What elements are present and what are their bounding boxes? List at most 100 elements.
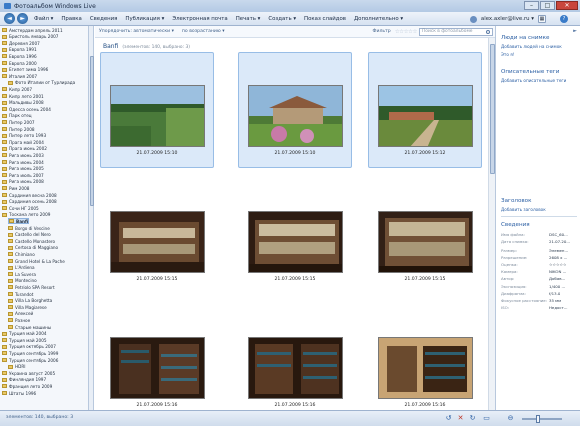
tree-item[interactable]: Villa La Borghetta	[8, 298, 52, 304]
tree-item[interactable]: Рига июнь 2008	[2, 179, 44, 185]
tree-item[interactable]: Одесса осень 2004	[2, 106, 51, 112]
tree-item[interactable]: Европа 1996	[2, 53, 37, 59]
tree-item[interactable]: La Suvera	[8, 271, 36, 277]
tree-item[interactable]: Европа 1991	[2, 47, 37, 53]
tree-item[interactable]: Castello del Nero	[8, 232, 51, 238]
menu-print[interactable]: Печать ▾	[232, 16, 265, 22]
tree-item[interactable]: Castello Monastero	[8, 238, 55, 244]
add-caption-link[interactable]: Добавить заголовок	[501, 207, 546, 212]
photo-tile[interactable]: 21.07.2009 15:16	[238, 304, 352, 410]
tree-item-selected[interactable]: Banfi	[8, 218, 30, 225]
its-me-link[interactable]: Это я!	[501, 52, 514, 57]
tree-item[interactable]: Кипр 2007	[2, 86, 32, 92]
zoom-out-icon[interactable]: ⊖	[506, 414, 515, 423]
tree-item[interactable]: Certosa di Maggiano	[8, 245, 58, 251]
photo-tile[interactable]: 21.07.2009 15:12	[368, 52, 482, 168]
menu-publish[interactable]: Публикация ▾	[121, 16, 168, 22]
menu-slideshow[interactable]: Показ слайдов	[300, 16, 350, 22]
photo-thumbnail[interactable]	[110, 85, 205, 147]
menu-extra[interactable]: Дополнительно ▾	[350, 16, 407, 22]
menu-file[interactable]: Файл ▾	[30, 16, 57, 22]
menu-create[interactable]: Создать ▾	[264, 16, 300, 22]
tree-item[interactable]: Питер 2008	[2, 126, 35, 132]
photo-thumbnail[interactable]	[110, 337, 205, 399]
photo-thumbnail[interactable]	[248, 211, 343, 273]
tree-item[interactable]: Бристоль январь 2007	[2, 34, 58, 40]
tree-item[interactable]: Старые машины	[8, 324, 51, 330]
tree-item[interactable]: Рим 2008	[2, 185, 29, 191]
tree-item[interactable]: HDRI	[8, 364, 26, 370]
menu-edit[interactable]: Правка	[57, 16, 86, 22]
sidebar-scrollbar[interactable]	[89, 26, 94, 410]
tree-item[interactable]: Италия 2007	[2, 73, 37, 79]
tree-item[interactable]: Chimiano	[8, 251, 35, 257]
tree-item[interactable]: Прага июнь 2002	[2, 146, 47, 152]
photo-tile[interactable]: 21.07.2009 15:16	[100, 304, 214, 410]
photo-thumbnail[interactable]	[378, 337, 473, 399]
tree-item[interactable]: Рига июнь 2005	[2, 166, 44, 172]
photo-tile[interactable]: 21.07.2009 15:15	[238, 178, 352, 294]
rotate-right-icon[interactable]: ↻	[468, 414, 477, 423]
tree-item[interactable]: Европа 2000	[2, 60, 37, 66]
tree-item[interactable]: Деревня 2007	[2, 40, 40, 46]
layout-icon[interactable]: ▦	[538, 15, 546, 23]
photo-tile[interactable]: 21.07.2009 15:15	[368, 178, 482, 294]
sidebar-scroll-thumb[interactable]	[89, 56, 94, 206]
rotate-left-icon[interactable]: ↺	[444, 414, 453, 423]
tree-item[interactable]: Montecino	[8, 278, 37, 284]
photo-tile[interactable]: 21.07.2009 15:15	[100, 178, 214, 294]
photo-thumbnail[interactable]	[378, 85, 473, 147]
tree-item[interactable]: Turandot	[8, 291, 33, 297]
sort-dropdown[interactable]: Упорядочить: автоматически ▾	[95, 29, 178, 34]
photo-thumbnail[interactable]	[378, 211, 473, 273]
tree-item[interactable]: L'Ardiena	[8, 265, 35, 271]
tree-item[interactable]: Borgo di Vescine	[8, 225, 50, 231]
close-button[interactable]: ✕	[556, 1, 578, 10]
delete-icon[interactable]: ✕	[456, 414, 465, 423]
tree-item[interactable]: Парк отец	[2, 113, 32, 119]
tree-item[interactable]: Турция сентябрь 1999	[2, 350, 58, 356]
tree-item[interactable]: Турция сентябрь 2006	[2, 357, 58, 363]
tree-item[interactable]: Кипр лето 2001	[2, 93, 44, 99]
tree-item[interactable]: Украина август 2005	[2, 370, 55, 376]
tree-item[interactable]: Разное	[8, 317, 30, 323]
tree-item[interactable]: Турция октябрь 2007	[2, 344, 56, 350]
tree-item[interactable]: Фото Италии от Турлирада	[8, 80, 75, 86]
collapse-pane-icon[interactable]: ►	[573, 28, 577, 34]
rating-filter[interactable]: ☆☆☆☆☆	[395, 29, 418, 35]
photo-thumbnail[interactable]	[110, 211, 205, 273]
tree-item[interactable]: Мальдивы 2008	[2, 100, 44, 106]
photo-tile[interactable]: 21.07.2009 15:10	[238, 52, 352, 168]
slideshow-icon[interactable]: ▭	[482, 414, 491, 423]
tree-item[interactable]: Рига июнь 2003	[2, 152, 44, 158]
account-menu[interactable]: alex.axler@live.ru ▾	[481, 16, 534, 22]
tree-item[interactable]: Сочи НГ 2005	[2, 205, 39, 211]
tree-item[interactable]: Турция май 2004	[2, 331, 47, 337]
tree-item[interactable]: Финляндия 1997	[2, 377, 46, 383]
photo-thumbnail[interactable]	[248, 85, 343, 147]
tree-item[interactable]: Grand Hotel & La Pache	[8, 258, 65, 264]
search-icon[interactable]	[486, 30, 490, 34]
search-input[interactable]: Поиск в фотоальбоме	[419, 28, 493, 36]
tree-item[interactable]: Питер 2007	[2, 119, 35, 125]
add-tags-link[interactable]: Добавить описательные теги	[501, 78, 566, 83]
photo-tile[interactable]: 21.07.2009 15:16	[368, 304, 482, 410]
photo-thumbnail[interactable]	[248, 337, 343, 399]
order-dropdown[interactable]: по возрастанию ▾	[178, 29, 229, 34]
tree-item[interactable]: Питер лето 1993	[2, 133, 46, 139]
zoom-slider-handle[interactable]	[536, 415, 540, 423]
add-people-link[interactable]: Добавить людей на снимок	[501, 44, 562, 49]
tree-item[interactable]: Сардиния осень 2008	[2, 199, 57, 205]
tree-item[interactable]: Алексей	[8, 311, 33, 317]
zoom-slider[interactable]	[522, 418, 562, 420]
menu-email[interactable]: Электронная почта	[168, 16, 231, 22]
forward-button[interactable]: ►	[17, 13, 28, 24]
minimize-button[interactable]: –	[524, 1, 539, 10]
tree-item[interactable]: Штаты 1996	[2, 390, 36, 396]
tree-item[interactable]: Petriolo SPA Resort	[8, 284, 55, 290]
tree-item[interactable]: Рига июль 2007	[2, 172, 44, 178]
menu-info[interactable]: Сведения	[86, 16, 122, 22]
tree-item[interactable]: Villa Magiarese	[8, 304, 47, 310]
tree-item[interactable]: Турция май 2005	[2, 337, 47, 343]
tree-item[interactable]: Прага май 2004	[2, 139, 44, 145]
